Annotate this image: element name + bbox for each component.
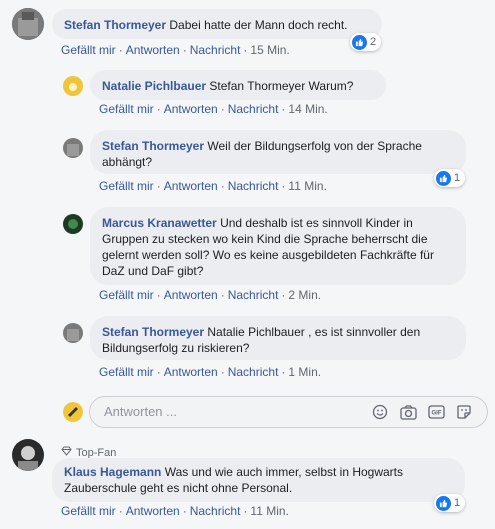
comment-text: Stefan Thormeyer Warum? xyxy=(209,79,354,93)
like-link[interactable]: Gefällt mir xyxy=(99,288,154,302)
comment-author[interactable]: Natalie Pichlbauer xyxy=(102,79,206,93)
avatar[interactable] xyxy=(12,439,44,471)
message-link[interactable]: Nachricht xyxy=(190,43,241,57)
avatar[interactable] xyxy=(63,76,83,96)
comment-bubble: Stefan Thormeyer Natalie Pichlbauer , es… xyxy=(90,316,466,360)
timestamp[interactable]: 11 Min. xyxy=(250,504,288,518)
emoji-icon[interactable] xyxy=(371,403,389,421)
svg-text:GIF: GIF xyxy=(431,411,441,417)
reaction-count[interactable]: 2 xyxy=(350,33,382,51)
message-link[interactable]: Nachricht xyxy=(190,504,241,518)
like-link[interactable]: Gefällt mir xyxy=(99,365,154,379)
sticker-icon[interactable] xyxy=(455,403,473,421)
comment-author[interactable]: Marcus Kranawetter xyxy=(102,216,217,230)
timestamp[interactable]: 11 Min. xyxy=(288,179,326,193)
reaction-count[interactable]: 1 xyxy=(434,494,466,512)
avatar[interactable] xyxy=(63,323,83,343)
message-link[interactable]: Nachricht xyxy=(228,179,279,193)
like-link[interactable]: Gefällt mir xyxy=(99,179,154,193)
comment-author[interactable]: Stefan Thormeyer xyxy=(102,139,204,153)
comment-author[interactable]: Klaus Hagemann xyxy=(64,465,161,479)
like-icon xyxy=(436,495,451,511)
like-link[interactable]: Gefällt mir xyxy=(61,43,116,57)
reply-link[interactable]: Antworten xyxy=(164,102,218,116)
reply-box[interactable]: GIF xyxy=(89,396,488,428)
comment-actions: Gefällt mir · Antworten · Nachricht · 14 Min. xyxy=(99,102,328,116)
comment-actions: Gefällt mir · Antworten · Nachricht · 11 Min. xyxy=(61,504,289,518)
comment-actions: Gefällt mir · Antworten · Nachricht · 11 Min. xyxy=(99,179,327,193)
comment-bubble: Klaus Hagemann Was und wie auch immer, s… xyxy=(52,458,465,502)
comment-bubble: Marcus Kranawetter Und deshalb ist es si… xyxy=(90,207,466,285)
like-icon xyxy=(436,170,451,186)
comment-bubble: Stefan Thormeyer Dabei hatte der Mann do… xyxy=(52,9,382,39)
like-link[interactable]: Gefällt mir xyxy=(61,504,116,518)
reply-link[interactable]: Antworten xyxy=(164,365,218,379)
message-link[interactable]: Nachricht xyxy=(228,288,279,302)
comment-actions: Gefällt mir · Antworten · Nachricht · 1 Min. xyxy=(99,365,322,379)
comment-bubble: Stefan Thormeyer Weil der Bildungserfolg… xyxy=(90,130,466,174)
timestamp[interactable]: 15 Min. xyxy=(250,43,289,57)
reply-link[interactable]: Antworten xyxy=(126,43,180,57)
timestamp[interactable]: 1 Min. xyxy=(288,365,321,379)
gif-icon[interactable]: GIF xyxy=(427,403,445,421)
reply-link[interactable]: Antworten xyxy=(164,179,218,193)
comment-actions: Gefällt mir · Antworten · Nachricht · 2 Min. xyxy=(99,288,322,302)
avatar[interactable] xyxy=(63,214,83,234)
reaction-count[interactable]: 1 xyxy=(434,169,466,187)
comment-bubble: Natalie Pichlbauer Stefan Thormeyer Waru… xyxy=(90,70,386,100)
comment-author[interactable]: Stefan Thormeyer xyxy=(102,325,204,339)
reply-link[interactable]: Antworten xyxy=(126,504,180,518)
camera-icon[interactable] xyxy=(399,403,417,421)
comment-text: Dabei hatte der Mann doch recht. xyxy=(169,18,348,32)
timestamp[interactable]: 14 Min. xyxy=(288,102,327,116)
avatar[interactable] xyxy=(12,8,44,40)
reply-input[interactable] xyxy=(102,403,356,420)
like-link[interactable]: Gefällt mir xyxy=(99,102,154,116)
comment-actions: Gefällt mir · Antworten · Nachricht · 15 Min. xyxy=(61,43,290,57)
message-link[interactable]: Nachricht xyxy=(228,102,279,116)
timestamp[interactable]: 2 Min. xyxy=(288,288,321,302)
reply-link[interactable]: Antworten xyxy=(164,288,218,302)
comment-author[interactable]: Stefan Thormeyer xyxy=(64,18,166,32)
message-link[interactable]: Nachricht xyxy=(228,365,279,379)
avatar[interactable] xyxy=(63,138,83,158)
own-avatar xyxy=(63,402,83,422)
like-icon xyxy=(352,34,367,50)
